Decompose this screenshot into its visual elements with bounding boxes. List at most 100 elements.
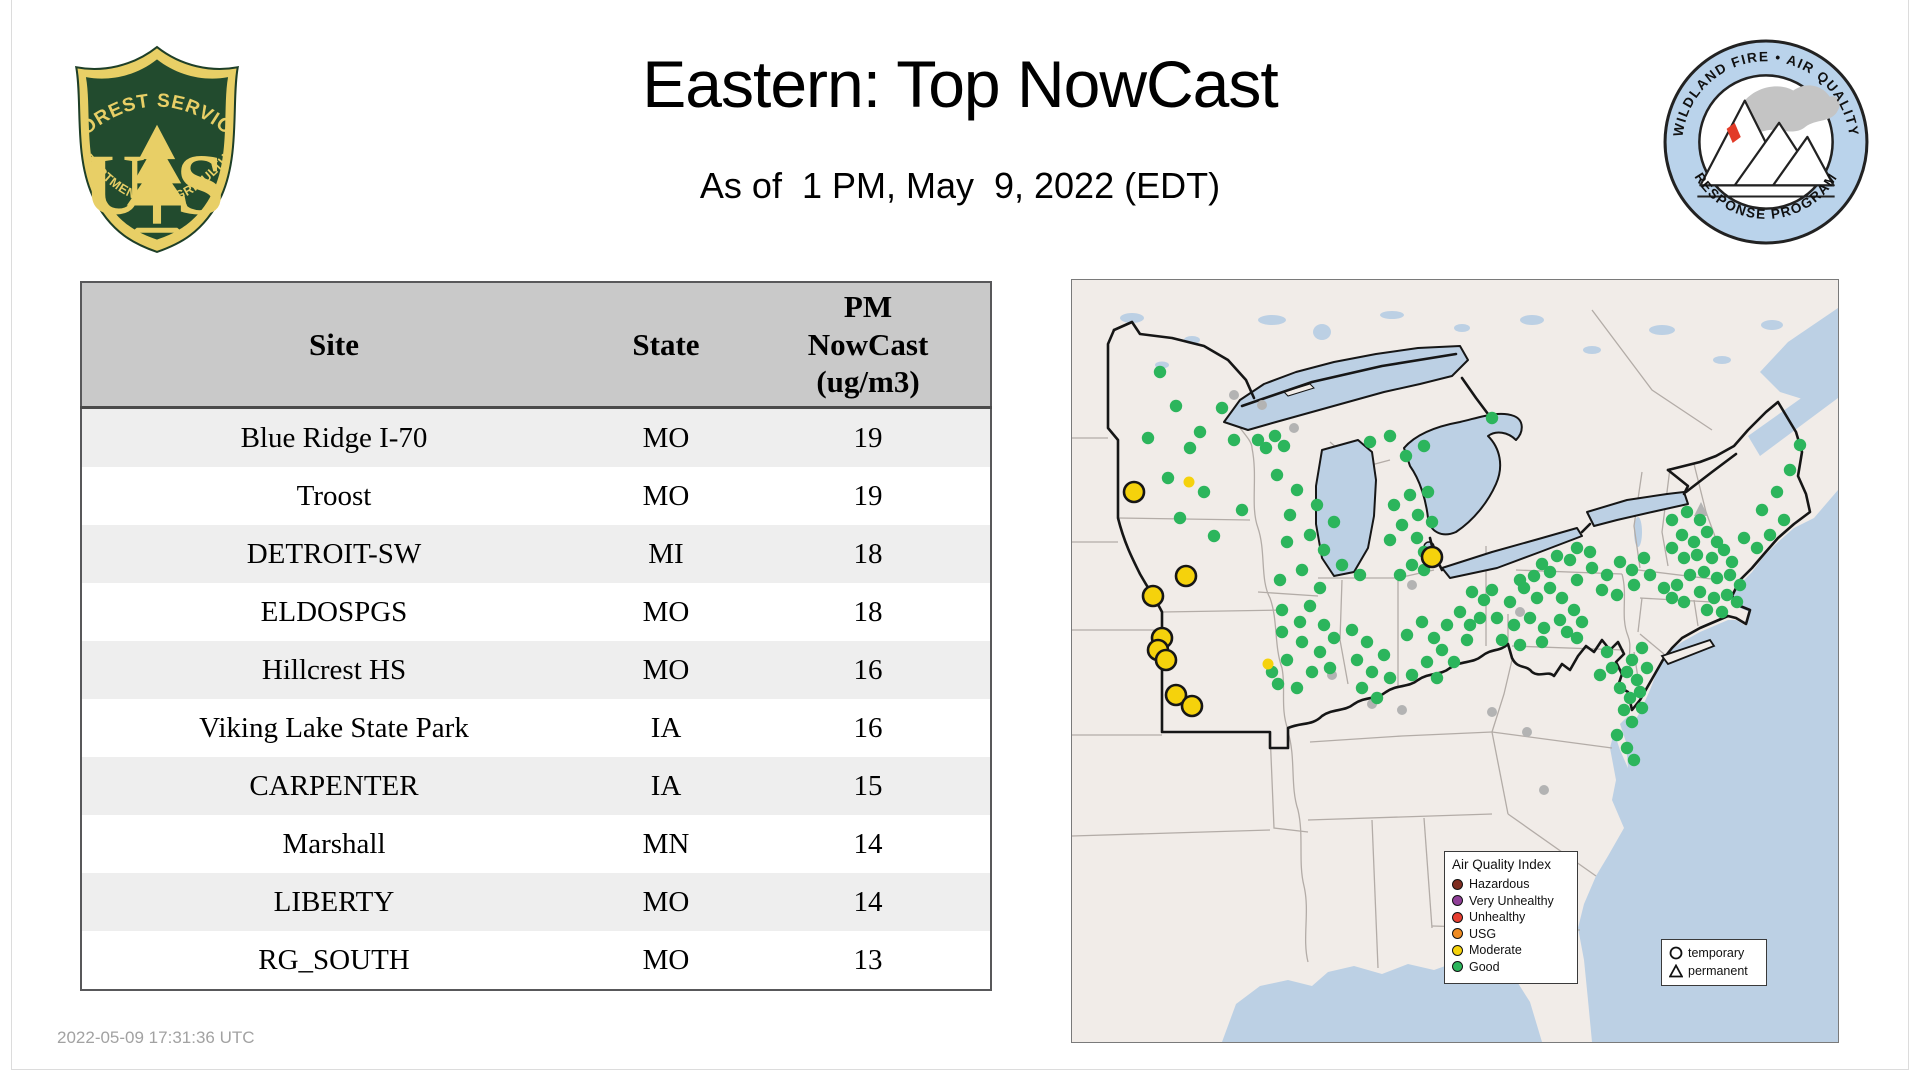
- good-marker: [1530, 591, 1544, 605]
- aqi-legend-label: Moderate: [1469, 943, 1522, 958]
- aqi-legend-item: Good: [1452, 959, 1571, 976]
- good-marker: [1410, 531, 1424, 545]
- good-marker: [1273, 573, 1287, 587]
- good-marker: [1625, 563, 1639, 577]
- good-marker: [1283, 508, 1297, 522]
- aqi-color-swatch: [1452, 944, 1463, 956]
- good-marker: [1600, 568, 1614, 582]
- permanent-label: permanent: [1688, 964, 1748, 978]
- good-marker: [1277, 439, 1291, 453]
- moderate-marker: [1174, 564, 1198, 588]
- page-title: Eastern: Top NowCast: [642, 47, 1278, 121]
- state-cell: IA: [650, 769, 682, 802]
- no-data-marker: [1229, 390, 1239, 400]
- state-cell: MO: [642, 653, 690, 686]
- no-data-marker: [1407, 580, 1417, 590]
- table-row: ELDOSPGS MO 18: [81, 583, 991, 641]
- wfaqrp-logo: WILDLAND FIRE • AIR QUALITY RESPONSE PRO…: [1663, 39, 1869, 245]
- good-marker: [1665, 513, 1679, 527]
- good-marker: [1153, 365, 1167, 379]
- good-marker: [1383, 671, 1397, 685]
- good-marker: [1383, 533, 1397, 547]
- col-header-site: Site: [81, 282, 586, 409]
- table-row: Marshall MN 14: [81, 815, 991, 873]
- good-marker: [1627, 753, 1641, 767]
- good-marker: [1425, 515, 1439, 529]
- aqi-legend-item: Unhealthy: [1452, 909, 1571, 926]
- good-marker: [1399, 449, 1413, 463]
- good-marker: [1327, 515, 1341, 529]
- good-marker: [1305, 665, 1319, 679]
- state-cell: MO: [642, 421, 690, 454]
- pm-value-cell: 18: [853, 595, 883, 628]
- good-marker: [1733, 578, 1747, 592]
- good-marker: [1303, 599, 1317, 613]
- good-marker: [1643, 568, 1657, 582]
- good-marker: [1405, 668, 1419, 682]
- good-marker: [1710, 571, 1724, 585]
- good-marker: [1427, 631, 1441, 645]
- good-marker: [1690, 548, 1704, 562]
- good-marker: [1465, 585, 1479, 599]
- good-marker: [1620, 741, 1634, 755]
- good-marker: [1640, 661, 1654, 675]
- good-marker: [1259, 441, 1273, 455]
- moderate-marker: [1420, 545, 1444, 569]
- moderate-marker: [1180, 694, 1204, 718]
- good-marker: [1420, 655, 1434, 669]
- good-marker: [1687, 535, 1701, 549]
- state-cell: MN: [642, 827, 690, 860]
- good-marker: [1657, 581, 1671, 595]
- good-marker: [1207, 529, 1221, 543]
- good-marker: [1697, 565, 1711, 579]
- good-marker: [1563, 553, 1577, 567]
- good-marker: [1680, 505, 1694, 519]
- good-marker: [1169, 399, 1183, 413]
- good-marker: [1453, 605, 1467, 619]
- good-marker: [1268, 429, 1282, 443]
- good-marker: [1710, 535, 1724, 549]
- good-marker: [1360, 635, 1374, 649]
- good-marker: [1610, 588, 1624, 602]
- good-marker: [1705, 551, 1719, 565]
- good-marker: [1750, 541, 1764, 555]
- aqi-legend-item: Very Unhealthy: [1452, 893, 1571, 910]
- nowcast-table-wrap: Site State PM NowCast (ug/m3) Blue Ridge…: [80, 281, 992, 991]
- good-marker: [1567, 603, 1581, 617]
- pm-value-cell: 19: [853, 479, 883, 512]
- good-marker: [1400, 628, 1414, 642]
- pm-value-cell: 14: [853, 827, 883, 860]
- good-marker: [1323, 661, 1337, 675]
- good-marker: [1490, 611, 1504, 625]
- good-marker: [1570, 631, 1584, 645]
- good-marker: [1313, 581, 1327, 595]
- good-marker: [1293, 615, 1307, 629]
- aqi-legend-label: Good: [1469, 959, 1500, 974]
- good-marker: [1700, 525, 1714, 539]
- table-header-row: Site State PM NowCast (ug/m3): [81, 282, 991, 409]
- good-marker: [1370, 691, 1384, 705]
- good-marker: [1620, 665, 1634, 679]
- report-header: Eastern: Top NowCast As of 1 PM, May 9, …: [0, 48, 1920, 207]
- good-marker: [1550, 549, 1564, 563]
- good-marker: [1485, 583, 1499, 597]
- good-marker: [1313, 645, 1327, 659]
- good-marker: [1635, 641, 1649, 655]
- good-marker: [1683, 568, 1697, 582]
- good-marker: [1600, 645, 1614, 659]
- aqi-legend-label: Hazardous: [1469, 877, 1530, 892]
- site-cell: Troost: [296, 479, 372, 512]
- temporary-circle-icon: [1669, 946, 1683, 960]
- good-marker: [1707, 591, 1721, 605]
- permanent-triangle-icon: [1669, 964, 1683, 978]
- no-data-marker: [1289, 423, 1299, 433]
- good-marker: [1365, 665, 1379, 679]
- moderate-small-marker: [1262, 658, 1274, 670]
- temporary-row: temporary: [1669, 944, 1762, 962]
- good-marker: [1271, 677, 1285, 691]
- good-marker: [1227, 433, 1241, 447]
- table-body: Blue Ridge I-70 MO 19 Troost MO 19 DETROIT-SW M…: [81, 407, 991, 990]
- good-marker: [1535, 557, 1549, 571]
- good-marker: [1460, 633, 1474, 647]
- col-header-state: State: [586, 282, 746, 409]
